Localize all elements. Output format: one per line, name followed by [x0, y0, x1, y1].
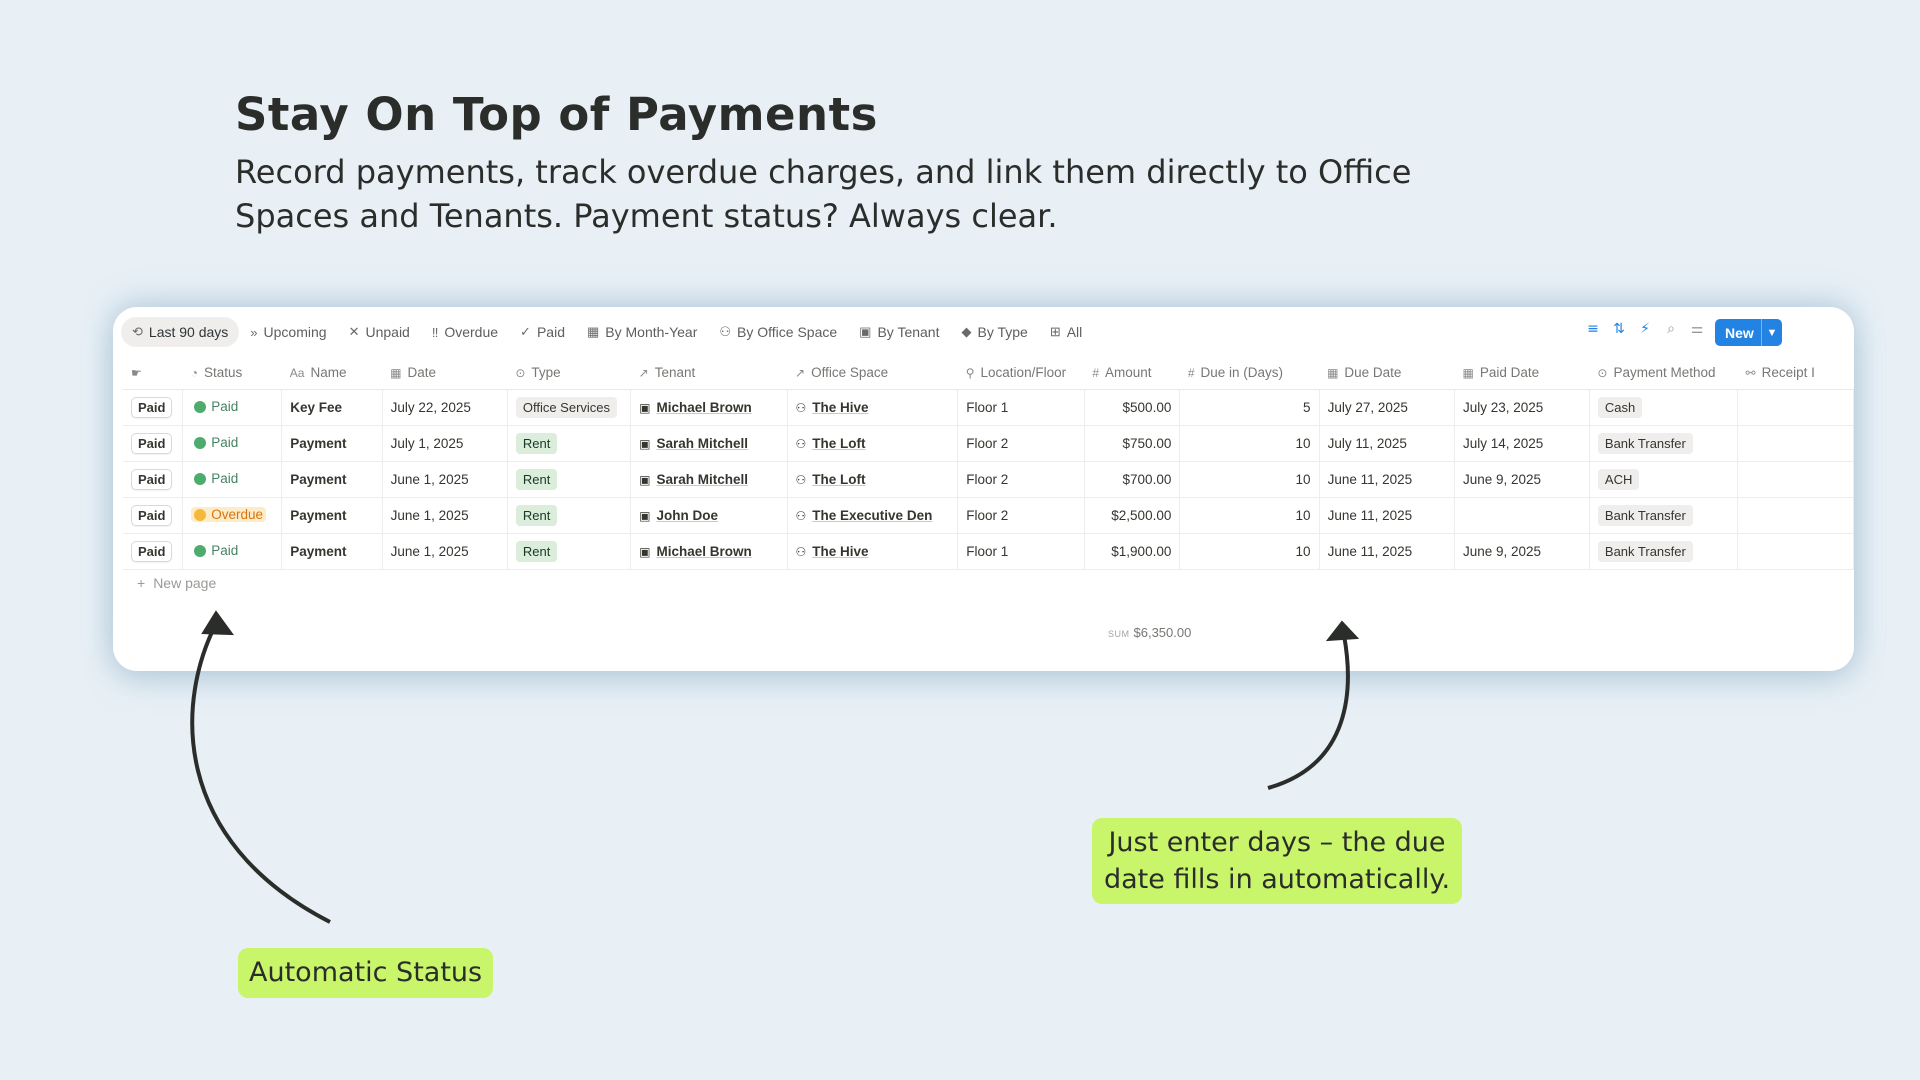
status-arrow [190, 619, 331, 924]
callout-automatic-status: Automatic Status [238, 948, 494, 998]
status-arrowhead [201, 610, 235, 636]
due-arrow [1267, 629, 1350, 790]
callout-due-date: Just enter days – the due date fills in … [1092, 818, 1462, 904]
due-arrowhead [1325, 620, 1360, 642]
annotation-arrows [190, 610, 1360, 924]
